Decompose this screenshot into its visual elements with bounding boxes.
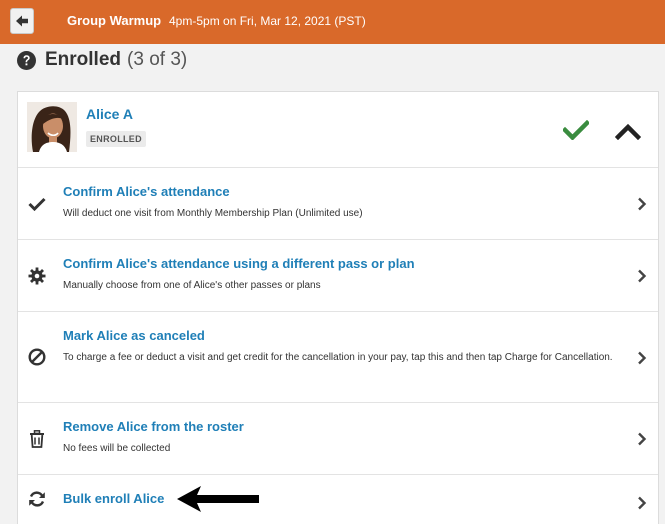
confirm-attendance-action[interactable]: Confirm Alice's attendance Will deduct o… [18,168,658,240]
action-title[interactable]: Mark Alice as canceled [63,328,205,343]
class-time: 4pm-5pm on Fri, Mar 12, 2021 (PST) [169,14,366,28]
action-description: Will deduct one visit from Monthly Membe… [63,208,363,219]
question-circle-icon[interactable] [17,50,36,70]
check-icon [563,120,589,140]
mark-canceled-action[interactable]: Mark Alice as canceled To charge a fee o… [18,312,658,403]
action-description: Manually choose from one of Alice's othe… [63,280,321,291]
class-title: Group Warmup [67,13,162,28]
student-card: Alice A ENROLLED Confirm Alice's attenda… [17,91,659,524]
enrolled-count: (3 of 3) [127,49,188,70]
chevron-right-icon [638,496,647,510]
student-row[interactable]: Alice A ENROLLED [18,92,658,168]
student-name[interactable]: Alice A [86,106,133,122]
action-title[interactable]: Bulk enroll Alice [63,491,164,506]
action-title[interactable]: Remove Alice from the roster [63,419,244,434]
ban-icon [27,347,47,367]
gear-icon [27,266,47,286]
chevron-right-icon [638,197,647,211]
enrolled-heading: Enrolled (3 of 3) [17,48,187,72]
check-icon [27,194,47,214]
bulk-enroll-action[interactable]: Bulk enroll Alice [18,475,658,524]
action-title[interactable]: Confirm Alice's attendance [63,184,230,199]
trash-icon [27,429,47,449]
top-bar: Group Warmup 4pm-5pm on Fri, Mar 12, 202… [0,0,665,44]
action-title[interactable]: Confirm Alice's attendance using a diffe… [63,256,415,271]
remove-from-roster-action[interactable]: Remove Alice from the roster No fees wil… [18,403,658,475]
chevron-up-icon[interactable] [615,122,641,140]
arrow-left-icon [16,15,28,27]
status-badge: ENROLLED [86,131,146,147]
annotation-arrow-icon [177,486,259,512]
confirm-attendance-other-pass-action[interactable]: Confirm Alice's attendance using a diffe… [18,240,658,312]
section-title: Enrolled [45,49,122,70]
refresh-icon [27,489,47,509]
chevron-right-icon [638,432,647,446]
back-button[interactable] [10,8,34,34]
chevron-right-icon [638,269,647,283]
action-description: To charge a fee or deduct a visit and ge… [63,352,613,363]
avatar [27,102,77,152]
action-description: No fees will be collected [63,443,171,454]
chevron-right-icon [638,351,647,365]
